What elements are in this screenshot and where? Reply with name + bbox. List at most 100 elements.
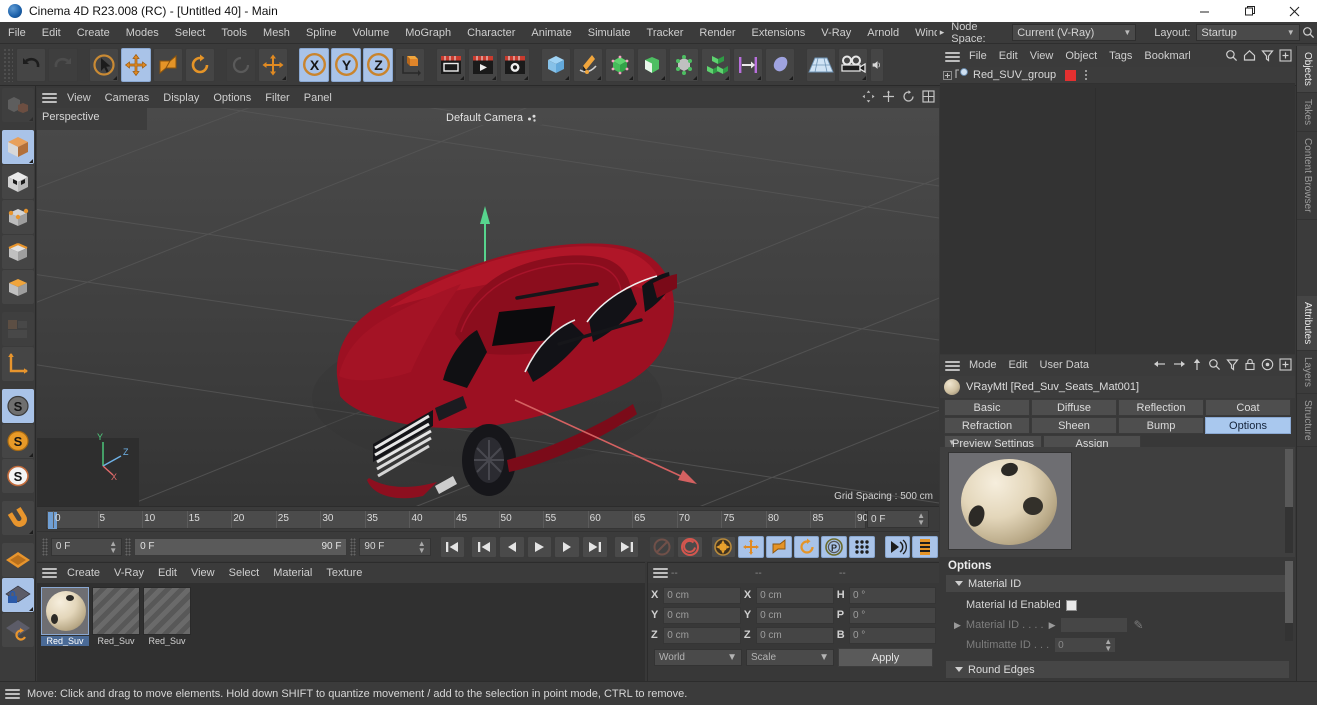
range-grip-right[interactable]: [350, 537, 357, 556]
object-menu-tags[interactable]: Tags: [1103, 46, 1138, 67]
spinner-icon[interactable]: ▲ ▼: [109, 539, 117, 554]
vtab-objects[interactable]: Objects: [1297, 46, 1317, 93]
back-arrow-icon[interactable]: [1153, 358, 1167, 373]
size-x-field[interactable]: 0 cm: [756, 586, 834, 604]
object-manager-hamburger-icon[interactable]: [945, 51, 960, 62]
maximize-view-icon[interactable]: [922, 90, 935, 106]
uv-mode-button[interactable]: [1, 312, 34, 346]
viewport-menu-filter[interactable]: Filter: [258, 88, 296, 108]
group-material-id[interactable]: Material ID: [946, 575, 1289, 592]
material-preview-sphere[interactable]: [948, 452, 1072, 550]
tab-diffuse[interactable]: Diffuse: [1031, 399, 1117, 416]
up-arrow-icon[interactable]: [1191, 358, 1203, 374]
material-thumbnail[interactable]: [41, 587, 89, 635]
size-y-field[interactable]: 0 cm: [756, 606, 834, 624]
object-menu-object[interactable]: Object: [1059, 46, 1103, 67]
z-axis-lock-button[interactable]: Z: [363, 47, 393, 82]
motion-clip-button[interactable]: [884, 535, 911, 558]
rotate-tool-button[interactable]: [185, 47, 215, 82]
menu-tracker[interactable]: Tracker: [639, 22, 692, 44]
tab-options[interactable]: Options: [1205, 417, 1291, 434]
collapse-chevron-icon[interactable]: ▼: [948, 438, 958, 447]
range-grip-left[interactable]: [125, 537, 132, 556]
scene-object-button[interactable]: [733, 47, 763, 82]
spinner-icon[interactable]: ▲ ▼: [418, 539, 426, 554]
timeline-track[interactable]: 0 5 10 15 20 25 30 35 40 45 50 55 60 65 70 75 80 85 90: [46, 510, 868, 529]
material-menu-material[interactable]: Material: [266, 563, 319, 583]
subdivision-surface-button[interactable]: [605, 47, 635, 82]
attribute-manager-hamburger-icon[interactable]: [945, 360, 960, 371]
material-menu-edit[interactable]: Edit: [151, 563, 184, 583]
group-round-edges[interactable]: Round Edges: [946, 661, 1289, 678]
filter-icon[interactable]: [1261, 49, 1274, 65]
apply-button[interactable]: Apply: [838, 648, 933, 667]
options-scrollbar[interactable]: [1285, 561, 1293, 641]
go-to-start-button[interactable]: [439, 535, 466, 558]
position-z-field[interactable]: 0 cm: [663, 626, 741, 644]
tab-refraction[interactable]: Refraction: [944, 417, 1030, 434]
viewport-menu-view[interactable]: View: [60, 88, 98, 108]
viewport-3d[interactable]: Perspective Default Camera Y Z X Grid Sp…: [37, 108, 939, 506]
render-view-button[interactable]: [436, 47, 466, 82]
material-item[interactable]: Red_Suv: [143, 587, 191, 681]
material-menu-create[interactable]: Create: [60, 563, 107, 583]
scale-key-button[interactable]: [766, 535, 792, 558]
material-thumbnail[interactable]: [92, 587, 140, 635]
menu-select[interactable]: Select: [167, 22, 214, 44]
snap-quantize-button[interactable]: S: [1, 459, 34, 493]
parameter-key-button[interactable]: P: [821, 535, 848, 558]
material-manager-hamburger-icon[interactable]: [42, 568, 57, 578]
workplane-button[interactable]: [1, 543, 34, 577]
material-id-enabled-checkbox[interactable]: [1065, 599, 1077, 611]
size-z-field[interactable]: 0 cm: [756, 626, 834, 644]
texture-mode-button[interactable]: [1, 165, 34, 199]
target-icon[interactable]: [1261, 358, 1274, 374]
preview-end-field[interactable]: 90 F ▲ ▼: [359, 537, 431, 556]
move-axis-button[interactable]: [258, 47, 288, 82]
rotation-h-field[interactable]: 0 °: [848, 586, 936, 604]
coordinates-hamburger-icon[interactable]: [653, 568, 668, 578]
menu-simulate[interactable]: Simulate: [580, 22, 639, 44]
keyframe-selection-button[interactable]: [710, 535, 737, 558]
go-to-end-button[interactable]: [613, 535, 640, 558]
current-frame-field[interactable]: 0 F ▲ ▼: [867, 510, 929, 528]
object-menu-bookmarks[interactable]: Bookmarks: [1138, 46, 1190, 67]
search-icon[interactable]: [1208, 358, 1221, 374]
menu-modes[interactable]: Modes: [118, 22, 167, 44]
floor-button[interactable]: [806, 47, 836, 82]
undo-button[interactable]: [16, 47, 46, 82]
x-axis-lock-button[interactable]: X: [299, 47, 329, 82]
tab-basic[interactable]: Basic: [944, 399, 1030, 416]
close-button[interactable]: [1272, 0, 1317, 22]
y-axis-lock-button[interactable]: Y: [331, 47, 361, 82]
tab-sheen[interactable]: Sheen: [1031, 417, 1117, 434]
menu-mesh[interactable]: Mesh: [255, 22, 298, 44]
transport-grip[interactable]: [42, 537, 48, 556]
axis-mode-button[interactable]: [1, 347, 34, 381]
viewport-menu-cameras[interactable]: Cameras: [98, 88, 157, 108]
material-id-color-field[interactable]: [1060, 617, 1129, 633]
menu-spline[interactable]: Spline: [298, 22, 345, 44]
material-item[interactable]: Red_Suv: [41, 587, 89, 681]
menu-edit[interactable]: Edit: [34, 22, 69, 44]
scale-tool-button[interactable]: [153, 47, 183, 82]
point-mode-button[interactable]: [1, 200, 34, 234]
vtab-layers[interactable]: Layers: [1297, 351, 1317, 394]
redo-button[interactable]: [48, 47, 78, 82]
previous-keyframe-button[interactable]: [471, 535, 497, 558]
move-tool-button[interactable]: [121, 47, 151, 82]
rotate-view-icon[interactable]: [902, 90, 915, 106]
vtab-structure[interactable]: Structure: [1297, 394, 1317, 448]
multimatte-id-field[interactable]: 0 ▲ ▼: [1054, 637, 1117, 653]
add-icon[interactable]: [1279, 357, 1292, 374]
autokeying-button[interactable]: [676, 535, 703, 558]
camera-button[interactable]: [838, 47, 868, 82]
make-editable-button[interactable]: [1, 88, 34, 122]
viewport-hamburger-icon[interactable]: [42, 93, 57, 103]
menu-animate[interactable]: Animate: [523, 22, 579, 44]
object-menu-view[interactable]: View: [1024, 46, 1060, 67]
point-level-animation-button[interactable]: [849, 535, 875, 558]
playback-range-bar[interactable]: 0 F 90 F: [134, 537, 348, 556]
tab-bump[interactable]: Bump: [1118, 417, 1204, 434]
previous-frame-button[interactable]: [498, 535, 525, 558]
